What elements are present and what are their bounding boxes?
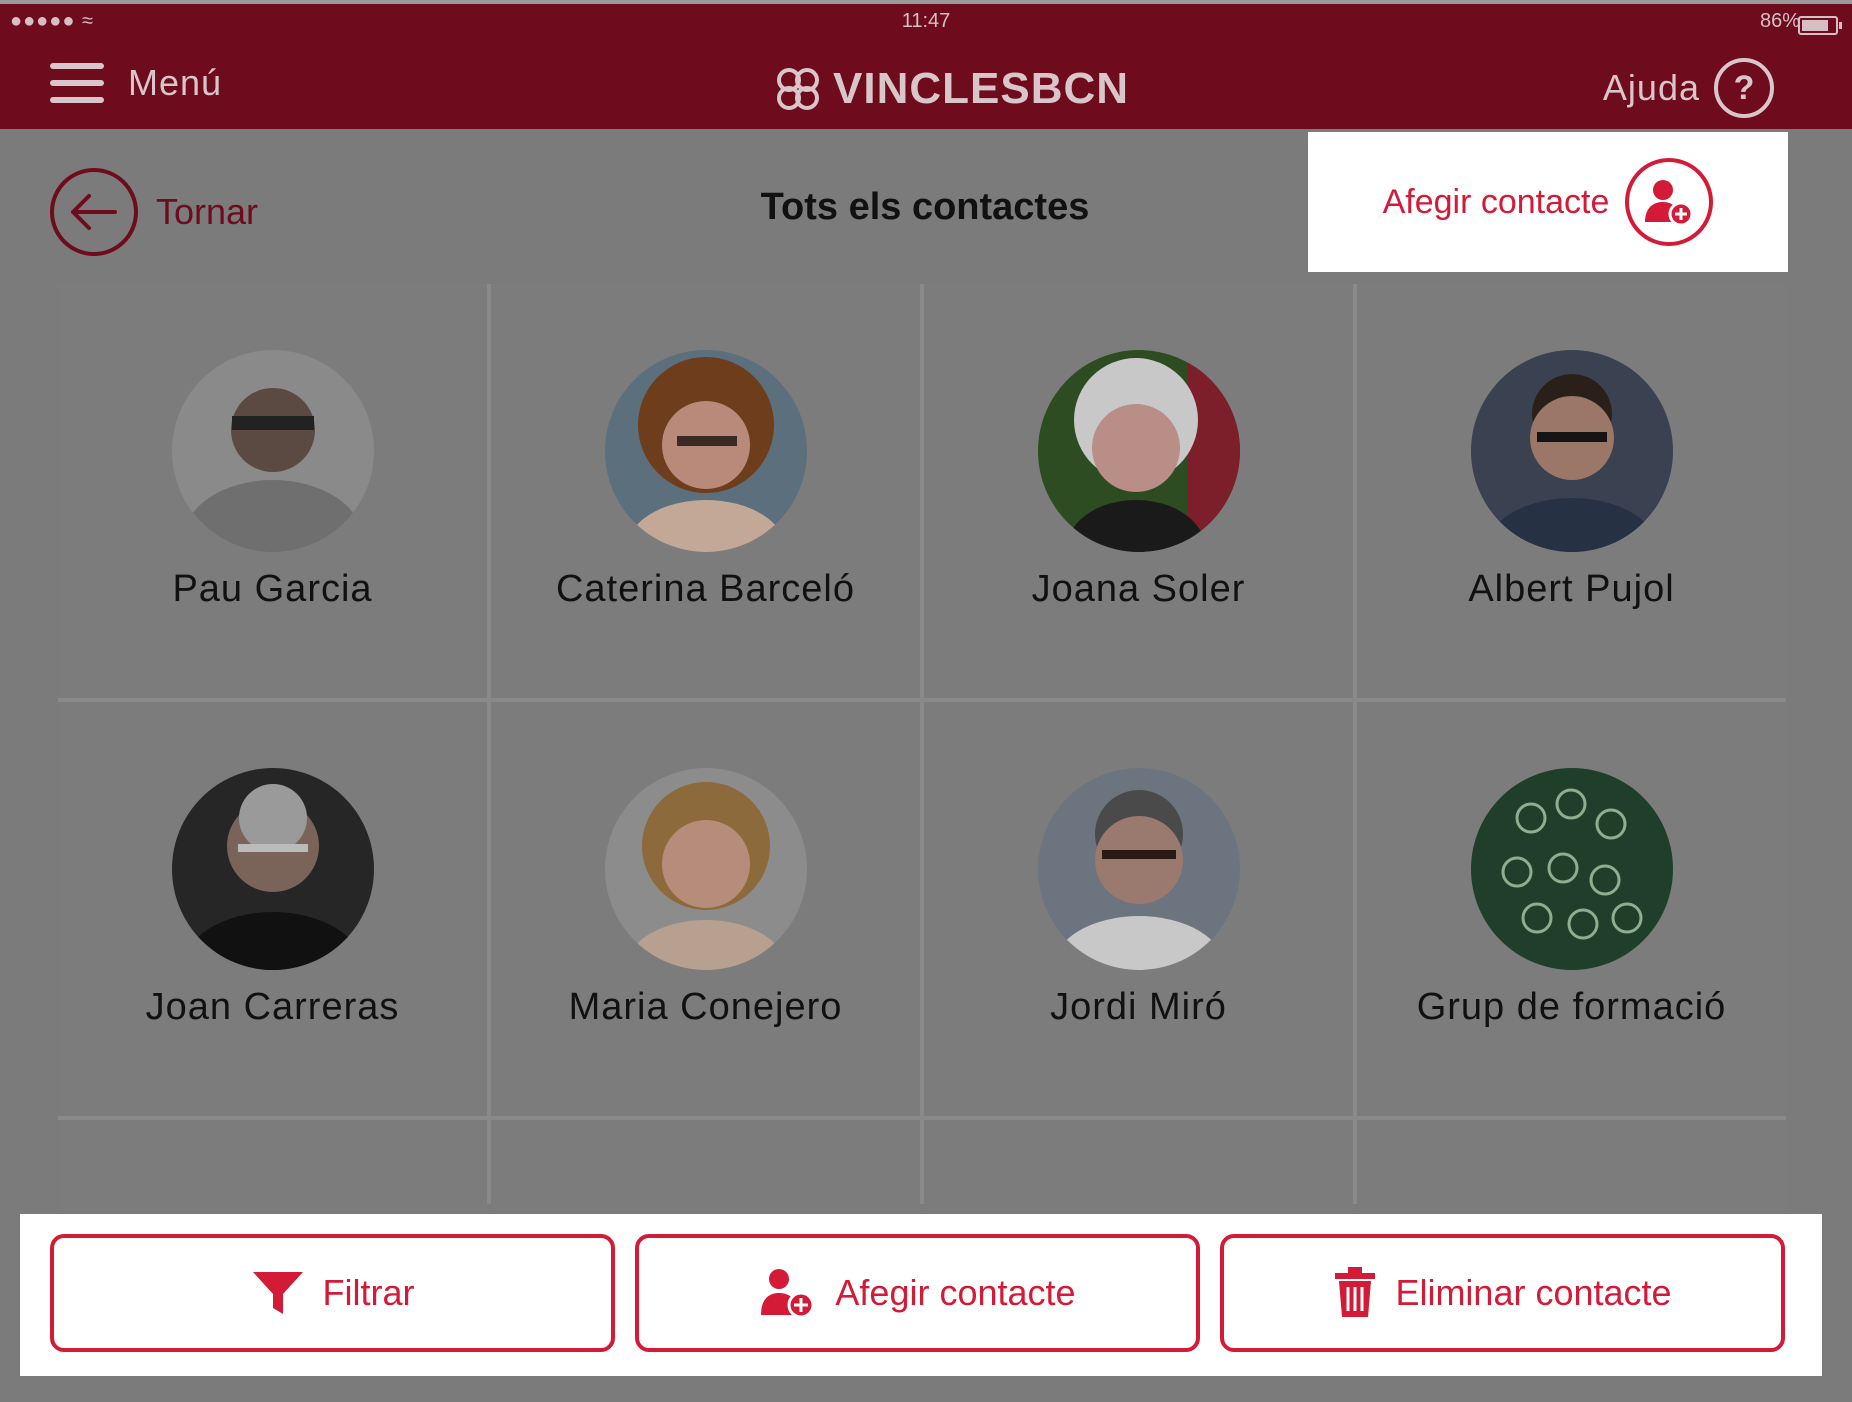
hamburger-icon — [50, 63, 104, 103]
contact-name: Albert Pujol — [1468, 568, 1675, 610]
contact-card[interactable]: Joana Soler — [924, 284, 1353, 698]
contact-name: Grup de formació — [1416, 986, 1727, 1028]
contact-name: Pau Garcia — [172, 568, 373, 610]
avatar — [171, 350, 374, 552]
vincles-logo-icon — [777, 68, 819, 110]
contact-card[interactable]: Jordi Miró — [924, 702, 1353, 1116]
contact-card[interactable]: Grup de formació — [1357, 702, 1786, 1116]
contact-name: Joana Soler — [1031, 568, 1246, 610]
contact-name: Caterina Barceló — [555, 568, 856, 610]
add-person-icon — [761, 1269, 815, 1319]
avatar — [604, 350, 807, 552]
battery-icon — [1798, 16, 1842, 35]
add-person-icon — [1625, 158, 1714, 246]
logo-text: VINCLESBCN — [833, 64, 1130, 113]
contacts-grid: Pau Garcia Caterina Barceló Joana Soler … — [58, 284, 1786, 1212]
question-icon: ? — [1714, 58, 1774, 118]
back-label: Tornar — [156, 191, 259, 232]
avatar — [1037, 350, 1240, 552]
contact-card[interactable]: Joan Carreras — [58, 702, 487, 1116]
delete-contact-button[interactable]: Eliminar contacte — [1220, 1234, 1785, 1352]
filter-button[interactable]: Filtrar — [50, 1234, 615, 1352]
arrow-left-icon — [50, 168, 138, 256]
avatar — [1470, 350, 1673, 552]
add-contact-button[interactable]: Afegir contacte — [635, 1234, 1200, 1352]
menu-label: Menú — [128, 62, 223, 103]
avatar — [1037, 768, 1240, 970]
contact-card[interactable]: Caterina Barceló — [491, 284, 920, 698]
app-logo: VINCLESBCN — [775, 64, 1129, 114]
help-button[interactable]: Ajuda ? — [1603, 58, 1774, 118]
add-contact-header-label: Afegir contacte — [1382, 182, 1610, 221]
contact-card[interactable]: Albert Pujol — [1357, 284, 1786, 698]
trash-icon — [1335, 1267, 1376, 1317]
empty-cell — [1357, 1120, 1786, 1212]
page-title: Tots els contactes — [760, 186, 1090, 228]
empty-cell — [491, 1120, 920, 1212]
contact-card[interactable]: Maria Conejero — [491, 702, 920, 1116]
action-bar: Filtrar Afegir contacte Eliminar contact… — [20, 1214, 1822, 1376]
filter-label: Filtrar — [322, 1272, 415, 1313]
menu-button[interactable]: Menú — [50, 62, 222, 104]
avatar — [171, 768, 374, 970]
add-contact-header-button[interactable]: Afegir contacte — [1308, 132, 1788, 272]
battery-percent: 86% — [1759, 10, 1800, 32]
contact-name: Jordi Miró — [1050, 986, 1227, 1028]
back-button[interactable]: Tornar — [50, 168, 258, 256]
avatar — [604, 768, 807, 970]
contact-name: Maria Conejero — [568, 986, 843, 1028]
avatar — [1470, 768, 1673, 970]
empty-cell — [924, 1120, 1353, 1212]
contact-card[interactable]: Pau Garcia — [58, 284, 487, 698]
filter-icon — [252, 1272, 303, 1314]
contact-name: Joan Carreras — [145, 986, 400, 1028]
empty-cell — [58, 1120, 487, 1212]
add-contact-label: Afegir contacte — [835, 1272, 1076, 1313]
status-time: 11:47 — [901, 10, 951, 32]
app-header: ●●●●● ≈ 11:47 86% Menú VINCLESBCN Ajuda … — [0, 4, 1852, 129]
delete-contact-label: Eliminar contacte — [1395, 1272, 1672, 1313]
help-label: Ajuda — [1602, 67, 1700, 108]
